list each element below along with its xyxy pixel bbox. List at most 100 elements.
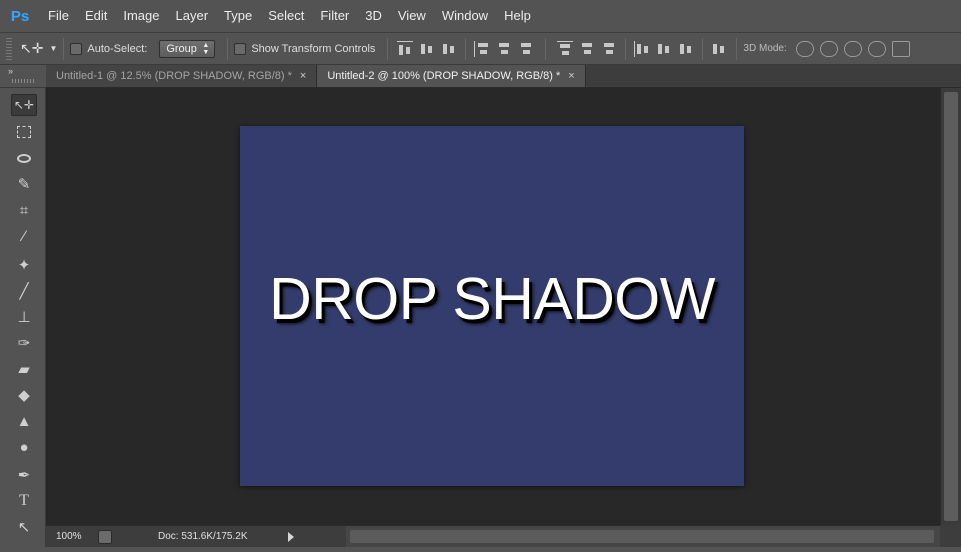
move-tool-icon: ↖✛ [20, 40, 44, 56]
separator [625, 37, 627, 60]
tab-untitled-2[interactable]: Untitled-2 @ 100% (DROP SHADOW, RGB/8) *… [317, 65, 586, 87]
eyedropper-icon: ∕ [22, 227, 26, 245]
close-icon[interactable]: × [300, 70, 306, 82]
status-menu-arrow-icon[interactable] [288, 531, 294, 542]
separator [387, 37, 389, 60]
menu-filter[interactable]: Filter [312, 0, 357, 32]
menu-view[interactable]: View [390, 0, 434, 32]
photoshop-logo: Ps [10, 7, 30, 25]
distribute-vertical-centers-icon[interactable] [579, 41, 595, 57]
quick-selection-tool-button[interactable]: ✎ [11, 173, 37, 195]
healing-brush-icon: ✦ [17, 256, 31, 274]
move-tool-button[interactable]: ↖✛ [11, 94, 37, 116]
tab-label: Untitled-2 @ 100% (DROP SHADOW, RGB/8) * [327, 70, 561, 82]
align-bottom-edges-icon[interactable] [441, 41, 457, 57]
menu-type[interactable]: Type [216, 0, 260, 32]
horizontal-scrollbar[interactable] [346, 526, 940, 547]
paint-bucket-icon: ◆ [18, 386, 30, 404]
history-brush-tool-button[interactable]: ✑ [11, 332, 37, 354]
close-icon[interactable]: × [568, 70, 574, 82]
vertical-scrollbar[interactable] [940, 88, 961, 525]
distribute-right-icon[interactable] [678, 41, 694, 57]
distribute-top-icon[interactable] [557, 40, 574, 57]
align-left-edges-icon[interactable] [474, 40, 490, 57]
roll-3d-icon[interactable] [819, 40, 838, 57]
lasso-tool-button[interactable] [11, 147, 37, 169]
menu-file[interactable]: File [40, 0, 77, 32]
healing-brush-tool-button[interactable]: ✦ [11, 254, 37, 276]
tab-label: Untitled-1 @ 12.5% (DROP SHADOW, RGB/8) … [56, 70, 292, 82]
zoom-level[interactable]: 100% [46, 531, 92, 542]
rotate-3d-icon[interactable] [795, 40, 814, 57]
eraser-tool-button[interactable]: ▰ [11, 358, 37, 380]
eraser-icon: ▰ [18, 360, 30, 378]
horizontal-scrollbar-thumb[interactable] [350, 530, 934, 543]
distribute-bottom-icon[interactable] [601, 41, 617, 57]
scrollbar-corner [940, 525, 961, 547]
document-proof-icon[interactable] [98, 529, 112, 544]
menu-window[interactable]: Window [434, 0, 496, 32]
clone-stamp-tool-button[interactable]: ⊥ [11, 306, 37, 328]
distribute-left-icon[interactable] [634, 40, 650, 57]
separator [63, 37, 65, 60]
pen-tool-button[interactable]: ✒ [11, 464, 37, 486]
paint-bucket-tool-button[interactable]: ◆ [11, 384, 37, 406]
show-transform-label: Show Transform Controls [251, 42, 376, 55]
document-tabs: Untitled-1 @ 12.5% (DROP SHADOW, RGB/8) … [46, 65, 961, 88]
history-brush-icon: ✑ [17, 334, 31, 352]
auto-select-dropdown[interactable]: Group ▲ ▼ [159, 39, 216, 58]
drop-shadow-text-layer[interactable]: DROP SHADOW [269, 265, 715, 333]
pen-icon: ✒ [17, 466, 31, 484]
type-icon: T [19, 492, 29, 509]
3d-mode-label: 3D Mode: [743, 43, 787, 54]
eyedropper-tool-button[interactable]: ∕ [11, 225, 37, 247]
toolbar-collapse-strip[interactable]: » [0, 65, 46, 88]
separator [465, 37, 467, 60]
separator [736, 37, 738, 60]
scale-3d-icon[interactable] [891, 40, 910, 57]
double-chevron-icon[interactable]: » [8, 66, 13, 76]
toolbar-grip[interactable] [12, 79, 34, 83]
options-grip[interactable] [6, 37, 12, 60]
path-selection-tool-button[interactable]: ↖ [11, 516, 37, 538]
align-right-edges-icon[interactable] [518, 41, 534, 57]
blur-tool-button[interactable]: ▲ [11, 410, 37, 432]
menu-image[interactable]: Image [115, 0, 167, 32]
brush-icon: ╱ [19, 282, 29, 300]
menu-bar: Ps File Edit Image Layer Type Select Fil… [0, 0, 961, 32]
dodge-tool-button[interactable]: ● [11, 436, 37, 458]
type-tool-button[interactable]: T [11, 490, 37, 512]
vertical-scrollbar-thumb[interactable] [944, 92, 958, 521]
drag-3d-icon[interactable] [843, 40, 862, 57]
menu-3d[interactable]: 3D [357, 0, 390, 32]
crop-icon: ⌗ [19, 201, 29, 219]
distribute-horizontal-centers-icon[interactable] [656, 41, 672, 57]
menu-layer[interactable]: Layer [168, 0, 217, 32]
show-transform-checkbox[interactable] [234, 42, 247, 55]
tab-untitled-1[interactable]: Untitled-1 @ 12.5% (DROP SHADOW, RGB/8) … [46, 65, 318, 87]
crop-tool-button[interactable]: ⌗ [11, 199, 37, 221]
align-horizontal-centers-icon[interactable] [496, 41, 512, 57]
tools-panel: ↖✛ ✎ ⌗ ∕ ✦ ╱ ⊥ ✑ ▰ ◆ ▲ ● ✒ T ↖ [0, 88, 46, 552]
align-top-edges-icon[interactable] [397, 40, 414, 57]
auto-select-label: Auto-Select: [87, 42, 148, 55]
lasso-icon [17, 153, 31, 163]
slide-3d-icon[interactable] [867, 40, 886, 57]
dodge-icon: ● [19, 438, 29, 456]
align-vertical-centers-icon[interactable] [419, 41, 435, 57]
auto-select-checkbox[interactable] [70, 42, 83, 55]
path-selection-icon: ↖ [17, 518, 31, 536]
menu-select[interactable]: Select [260, 0, 312, 32]
tool-preset-picker[interactable]: ↖✛ ▼ [20, 40, 57, 57]
auto-align-layers-icon[interactable] [711, 41, 727, 57]
clone-stamp-icon: ⊥ [17, 308, 31, 326]
marquee-icon [17, 126, 31, 138]
menu-edit[interactable]: Edit [77, 0, 115, 32]
marquee-tool-button[interactable] [11, 121, 37, 143]
chevron-down-icon: ▼ [49, 44, 58, 53]
menu-help[interactable]: Help [496, 0, 539, 32]
document-canvas[interactable]: DROP SHADOW [240, 126, 744, 486]
move-tool-icon: ↖✛ [13, 98, 35, 112]
brush-tool-button[interactable]: ╱ [11, 280, 37, 302]
bottom-panel-strip [0, 547, 961, 552]
